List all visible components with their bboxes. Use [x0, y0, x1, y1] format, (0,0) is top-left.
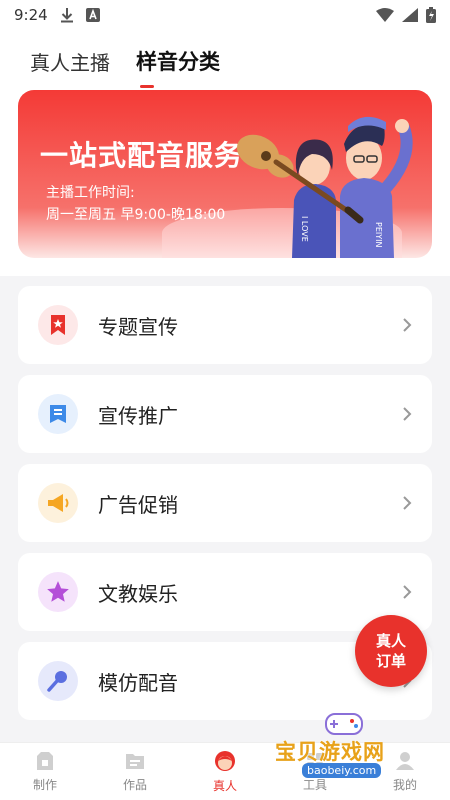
app-notification-icon	[85, 8, 100, 22]
nav-live[interactable]: 真人	[180, 743, 270, 800]
status-time: 9:24	[14, 6, 48, 24]
nav-label: 作品	[122, 778, 147, 792]
banner-title: 一站式配音服务	[40, 139, 244, 172]
art-text-ilove: I LOVE	[300, 216, 309, 242]
bookmark-star-icon	[38, 305, 78, 345]
chevron-right-icon	[403, 496, 412, 510]
battery-icon	[426, 7, 436, 23]
category-card-culture-entertainment[interactable]: 文教娱乐	[18, 553, 432, 631]
nav-label: 工具	[302, 778, 327, 792]
category-card-publicity[interactable]: 宣传推广	[18, 375, 432, 453]
nav-tools[interactable]: 工具	[270, 743, 360, 800]
fab-line2: 订单	[375, 652, 406, 670]
category-label: 宣传推广	[98, 403, 178, 428]
nav-label: 真人	[212, 779, 237, 793]
profile-icon	[396, 752, 414, 770]
wifi-icon	[376, 8, 394, 22]
banner-subtitle: 主播工作时间:	[46, 185, 135, 201]
category-label: 文教娱乐	[98, 581, 178, 606]
category-label: 专题宣传	[98, 314, 178, 339]
tools-icon	[307, 753, 323, 769]
doc-list-icon	[38, 394, 78, 434]
category-label: 模仿配音	[98, 670, 178, 695]
works-icon	[126, 754, 144, 769]
nav-make[interactable]: 制作	[0, 743, 90, 800]
bottom-nav: 制作 作品 真人 工具 我的	[0, 742, 450, 800]
promo-banner[interactable]: 一站式配音服务 主播工作时间: 周一至周五 早9:00-晚18:00 PEIYI…	[18, 90, 432, 258]
chevron-right-icon	[403, 585, 412, 599]
fab-line1: 真人	[375, 632, 406, 650]
banner-illustration: PEIYIN I LOVE	[236, 116, 413, 258]
top-area: 真人主播 样音分类 一站式配音服务 主播工作时间: 周一至周五 早9:00-晚1…	[0, 30, 450, 276]
category-card-topic-promotion[interactable]: 专题宣传	[18, 286, 432, 364]
art-text-peiyin: PEIYIN	[374, 222, 383, 247]
nav-label: 制作	[32, 778, 57, 792]
category-label: 广告促销	[98, 492, 178, 517]
tab-live-host[interactable]: 真人主播	[30, 47, 110, 88]
tab-sample-categories[interactable]: 样音分类	[136, 46, 220, 88]
person-icon	[215, 751, 235, 771]
megaphone-icon	[38, 483, 78, 523]
chevron-right-icon	[403, 407, 412, 421]
banner-hours: 周一至周五 早9:00-晚18:00	[46, 207, 226, 223]
live-order-fab[interactable]: 真人 订单	[355, 615, 427, 687]
nav-profile[interactable]: 我的	[360, 743, 450, 800]
make-icon	[37, 752, 53, 770]
tab-bar: 真人主播 样音分类	[30, 46, 220, 88]
chevron-right-icon	[403, 318, 412, 332]
status-bar: 9:24	[0, 0, 450, 30]
star-icon	[38, 572, 78, 612]
signal-icon	[402, 8, 418, 22]
category-card-advertising[interactable]: 广告促销	[18, 464, 432, 542]
nav-label: 我的	[392, 778, 417, 792]
microphone-icon	[38, 661, 78, 701]
nav-works[interactable]: 作品	[90, 743, 180, 800]
download-icon	[60, 8, 73, 23]
